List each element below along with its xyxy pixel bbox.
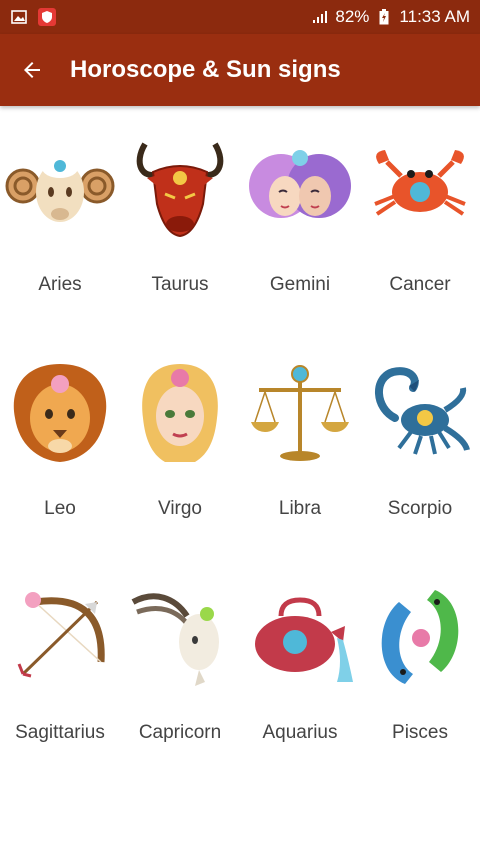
battery-charging-icon — [375, 9, 393, 25]
clock: 11:33 AM — [399, 7, 470, 26]
sign-label: Libra — [278, 498, 322, 519]
capricorn-goat-icon — [131, 593, 219, 686]
sign-item-capricorn[interactable]: Capricorn — [120, 566, 240, 790]
sign-label: Virgo — [157, 498, 202, 519]
sign-label: Capricorn — [138, 722, 222, 743]
scorpio-scorpion-icon — [375, 367, 470, 455]
sign-item-taurus[interactable]: Taurus — [120, 118, 240, 342]
sign-label: Leo — [44, 498, 76, 519]
back-arrow-icon — [24, 62, 40, 78]
sign-label: Aquarius — [262, 722, 338, 743]
sign-label: Pisces — [392, 722, 448, 743]
zodiac-grid: Aries Taurus Gemini Cancer Leo Virgo Lib… — [0, 118, 480, 790]
gallery-notification-icon — [10, 9, 28, 25]
cancer-crab-icon — [374, 150, 466, 216]
sign-label: Aries — [38, 274, 82, 295]
sign-item-aries[interactable]: Aries — [0, 118, 120, 342]
sign-label: Gemini — [269, 274, 331, 295]
taurus-bull-icon — [136, 142, 224, 238]
sign-label: Cancer — [389, 274, 451, 295]
signal-icon — [311, 9, 329, 25]
sign-item-scorpio[interactable]: Scorpio — [360, 342, 480, 566]
gemini-twins-icon — [249, 150, 351, 218]
sign-label: Sagittarius — [15, 722, 105, 743]
sign-label: Taurus — [151, 274, 209, 295]
sign-item-gemini[interactable]: Gemini — [240, 118, 360, 342]
sign-item-aquarius[interactable]: Aquarius — [240, 566, 360, 790]
virgo-maiden-icon — [142, 364, 218, 462]
sign-item-libra[interactable]: Libra — [240, 342, 360, 566]
battery-percent: 82% — [335, 7, 370, 26]
sagittarius-bow-icon — [17, 592, 105, 678]
aquarius-water-bearer-icon — [255, 597, 353, 682]
sign-label: Scorpio — [387, 498, 453, 519]
aries-ram-icon — [5, 158, 115, 222]
libra-scales-icon — [251, 365, 349, 461]
back-button[interactable] — [0, 34, 64, 106]
pisces-fish-icon — [381, 590, 459, 684]
sign-item-pisces[interactable]: Pisces — [360, 566, 480, 790]
leo-lion-icon — [13, 364, 107, 462]
app-bar: Horoscope & Sun signs — [0, 34, 480, 106]
sign-item-sagittarius[interactable]: Sagittarius — [0, 566, 120, 790]
sign-item-cancer[interactable]: Cancer — [360, 118, 480, 342]
shield-notification-icon — [38, 8, 56, 26]
page-title: Horoscope & Sun signs — [70, 56, 341, 83]
status-bar: 82% 11:33 AM — [0, 0, 480, 34]
sign-item-virgo[interactable]: Virgo — [120, 342, 240, 566]
sign-item-leo[interactable]: Leo — [0, 342, 120, 566]
